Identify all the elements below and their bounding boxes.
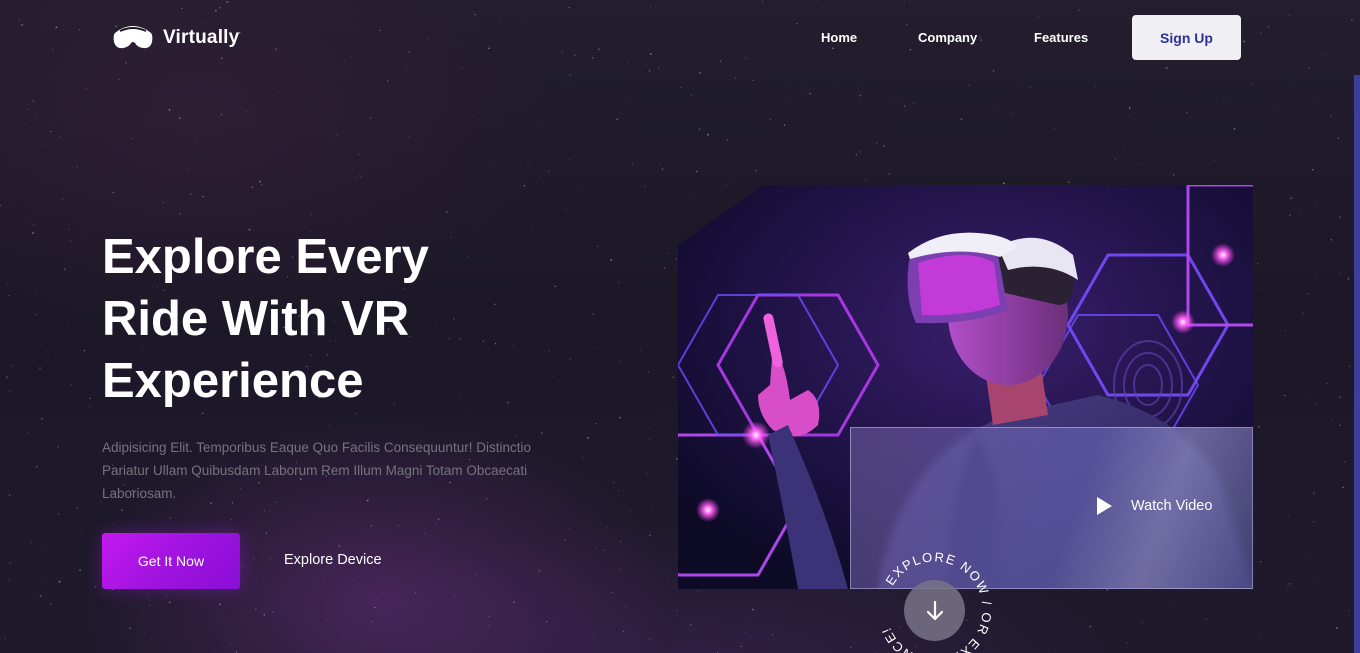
hero-title: Explore Every Ride With VR Experience	[102, 226, 522, 412]
hero-title-line: Explore Every	[102, 230, 429, 284]
get-it-now-button[interactable]: Get It Now	[102, 533, 240, 589]
nav-company[interactable]: Company	[918, 30, 977, 45]
brand-name: Virtually	[163, 27, 240, 48]
watch-video-button[interactable]: Watch Video	[1095, 496, 1212, 516]
explore-device-link[interactable]: Explore Device	[284, 552, 382, 568]
sign-up-button[interactable]: Sign Up	[1132, 15, 1241, 60]
vr-headset-icon	[113, 26, 153, 49]
play-icon	[1097, 497, 1112, 515]
scroll-button[interactable]	[904, 580, 965, 641]
watch-video-label: Watch Video	[1131, 498, 1213, 514]
scrollbar[interactable]	[1354, 75, 1360, 653]
hero-description: Adipisicing Elit. Temporibus Eaque Quo F…	[102, 440, 531, 501]
hero-title-line: Experience	[102, 354, 364, 408]
arrow-down-icon	[926, 600, 943, 620]
brand-logo[interactable]: Virtually	[113, 22, 239, 54]
nav-home[interactable]: Home	[821, 30, 857, 45]
nav-features[interactable]: Features	[1034, 30, 1088, 45]
hero-title-line: Ride With VR	[102, 292, 410, 346]
scroll-down-badge[interactable]: EXPLORE NOW / OR EXPERIENCE!	[876, 549, 993, 653]
